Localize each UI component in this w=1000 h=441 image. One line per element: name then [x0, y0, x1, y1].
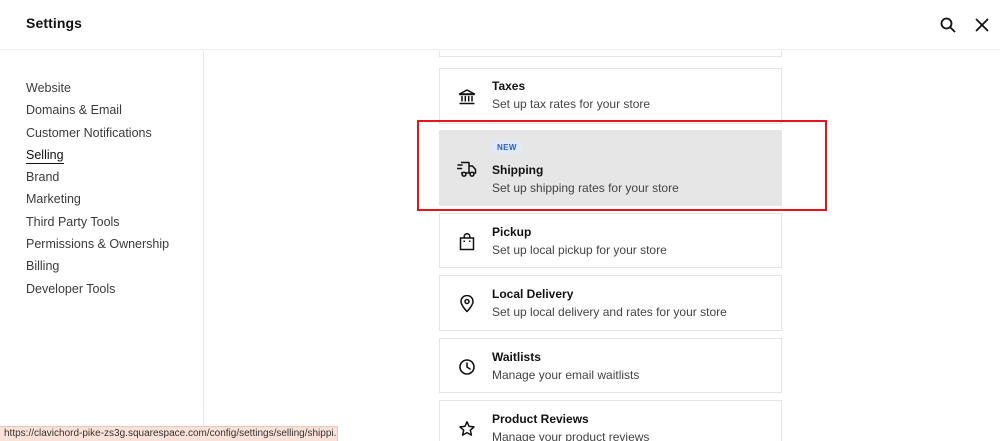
settings-sidebar: Website Domains & Email Customer Notific… [0, 51, 204, 441]
card-title: Product Reviews [492, 412, 589, 426]
sidebar-item-label: Marketing [26, 192, 81, 207]
card-description: Set up local delivery and rates for your… [492, 305, 727, 319]
new-badge: NEW [492, 141, 522, 154]
sidebar-item-label: Selling [26, 147, 64, 164]
taxes-card[interactable]: Taxes Set up tax rates for your store [439, 68, 782, 124]
bank-icon [457, 87, 477, 107]
pickup-card[interactable]: Pickup Set up local pickup for your stor… [439, 213, 782, 268]
sidebar-item-label: Website [26, 81, 71, 95]
previous-card-edge [439, 51, 782, 57]
settings-content: Taxes Set up tax rates for your store NE… [205, 51, 1000, 441]
sidebar-item-domains-email[interactable]: Domains & Email [26, 101, 169, 123]
card-description: Set up tax rates for your store [492, 97, 651, 111]
sidebar-item-label: Domains & Email [26, 103, 122, 118]
card-title: Pickup [492, 225, 532, 239]
sidebar-item-label: Permissions & Ownership [26, 237, 170, 252]
sidebar-item-permissions-ownership[interactable]: Permissions & Ownership [26, 235, 169, 257]
location-pin-icon [457, 294, 477, 314]
sidebar-item-third-party-tools[interactable]: Third Party Tools [26, 213, 169, 235]
status-bar-url: https://clavichord-pike-zs3g.squarespace… [0, 426, 338, 441]
card-title: Waitlists [492, 350, 541, 364]
sidebar-item-label: Billing [26, 259, 60, 274]
card-description: Set up shipping rates for your store [492, 181, 679, 195]
sidebar-item-selling[interactable]: Selling [26, 146, 169, 168]
sidebar-item-brand[interactable]: Brand [26, 168, 169, 190]
waitlists-card[interactable]: Waitlists Manage your email waitlists [439, 338, 782, 393]
sidebar-item-customer-notifications[interactable]: Customer Notifications [26, 124, 169, 146]
sidebar-item-website[interactable]: Website [26, 79, 169, 101]
sidebar-item-billing[interactable]: Billing [26, 257, 169, 279]
sidebar-item-developer-tools[interactable]: Developer Tools [26, 280, 169, 302]
shipping-card[interactable]: NEW Shipping Set up shipping rates for y… [439, 130, 782, 206]
card-description: Manage your email waitlists [492, 368, 640, 382]
card-title: Local Delivery [492, 287, 574, 301]
product-reviews-card[interactable]: Product Reviews Manage your product revi… [439, 400, 782, 441]
sidebar-item-label: Third Party Tools [26, 214, 120, 229]
search-icon[interactable] [936, 13, 960, 37]
local-delivery-card[interactable]: Local Delivery Set up local delivery and… [439, 275, 782, 331]
sidebar-item-marketing[interactable]: Marketing [26, 190, 169, 212]
header-bar: Settings [0, 0, 1000, 50]
card-title: Shipping [492, 163, 544, 177]
page-title: Settings [26, 15, 83, 31]
sidebar-item-label: Developer Tools [26, 281, 116, 296]
star-icon [457, 419, 477, 439]
card-description: Manage your product reviews [492, 430, 650, 441]
card-description: Set up local pickup for your store [492, 243, 667, 257]
shopping-bag-icon [457, 232, 477, 252]
card-title: Taxes [492, 79, 526, 93]
sidebar-item-label: Brand [26, 170, 60, 185]
close-icon[interactable] [970, 13, 994, 37]
clock-icon [457, 357, 477, 377]
sidebar-item-label: Customer Notifications [26, 125, 152, 140]
truck-icon [457, 159, 477, 179]
